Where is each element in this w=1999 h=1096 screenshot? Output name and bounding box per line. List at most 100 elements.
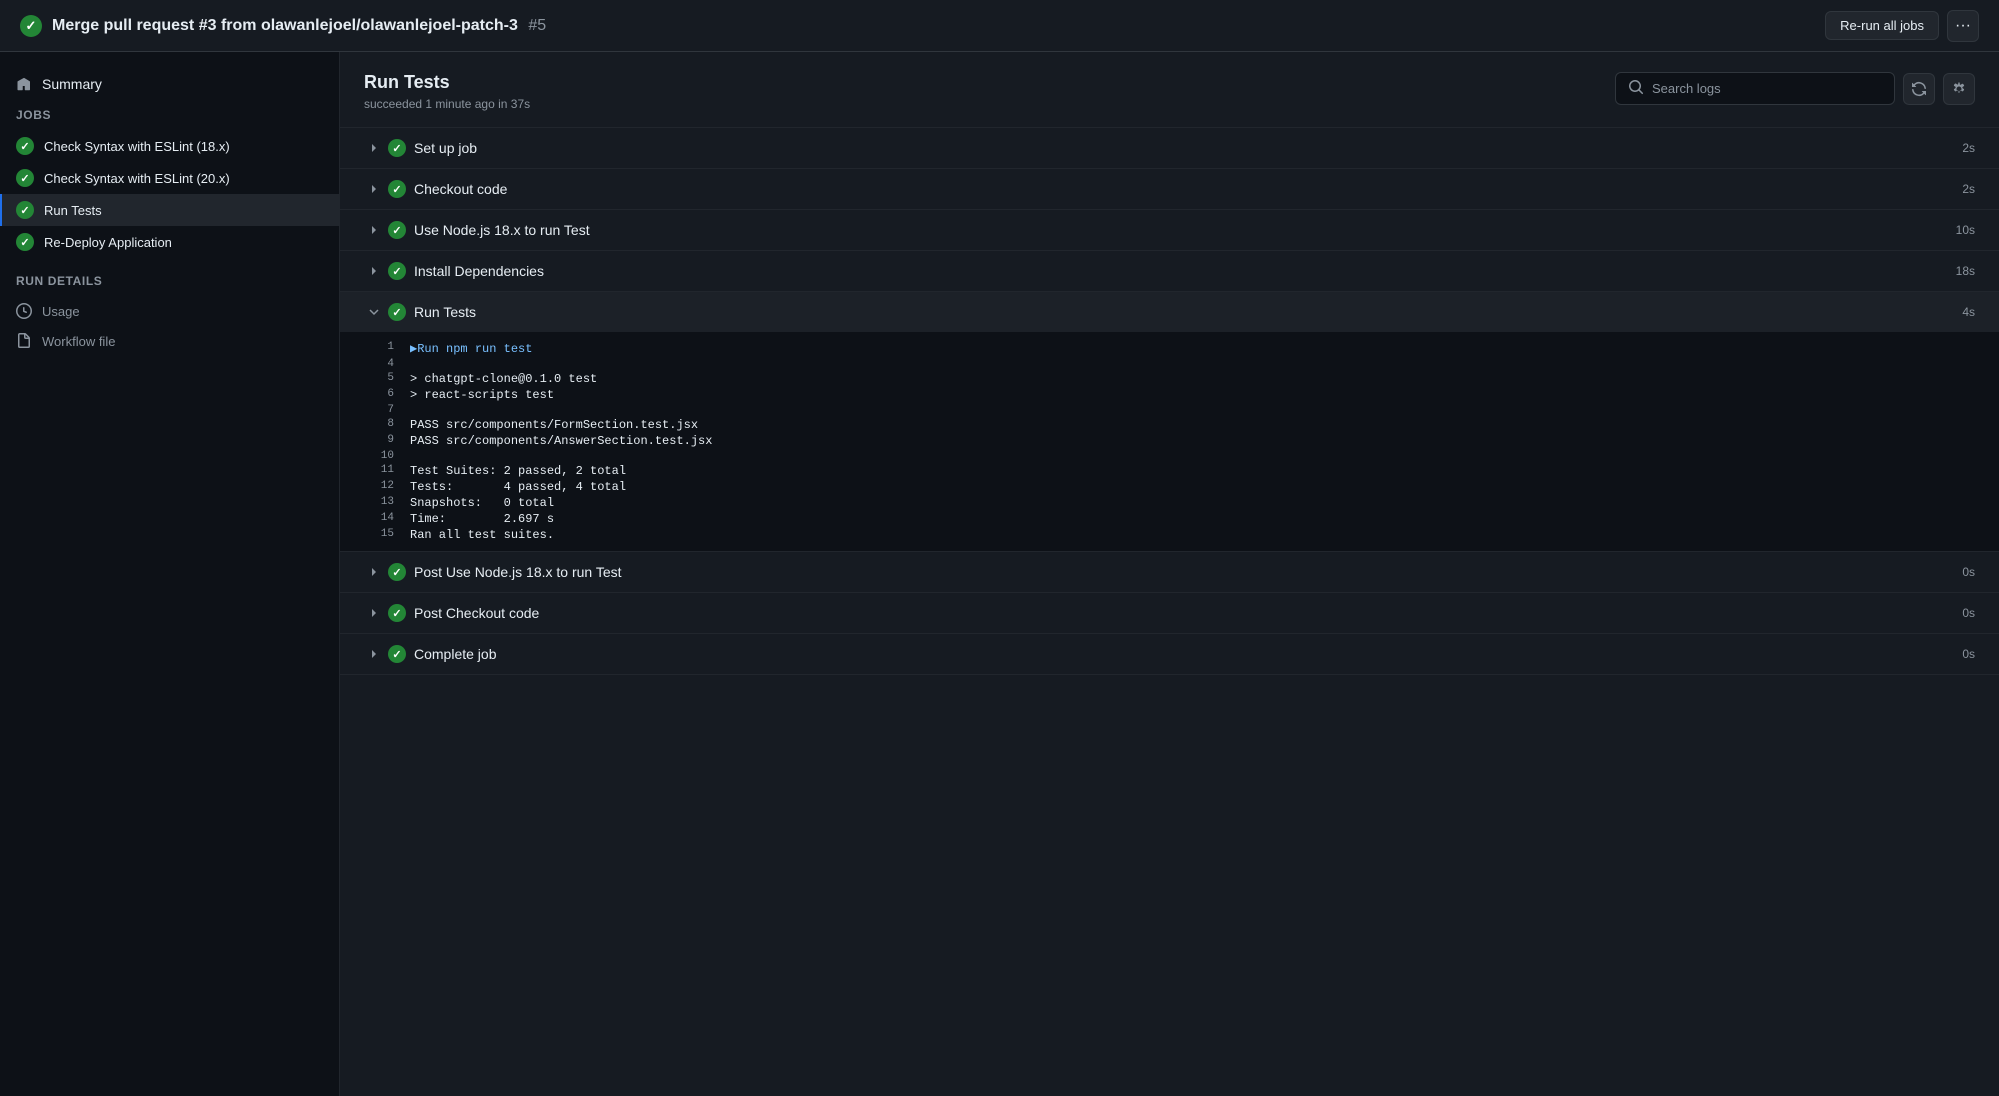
step-name: Post Checkout code (414, 605, 1962, 621)
jobs-list: Check Syntax with ESLint (18.x) Check Sy… (0, 130, 339, 258)
step-duration: 18s (1956, 264, 1975, 278)
log-content-run-tests: 1 ▶Run npm run test 4 5 > chatgpt-clone@… (340, 332, 1999, 552)
job-meta: succeeded 1 minute ago in 37s (364, 97, 530, 111)
step-install-deps[interactable]: Install Dependencies 18s (340, 251, 1999, 292)
step-post-checkout-code[interactable]: Post Checkout code 0s (340, 593, 1999, 634)
success-icon (16, 201, 34, 219)
expand-icon (364, 179, 384, 199)
expand-icon (364, 220, 384, 240)
sidebar-item-check-eslint-18[interactable]: Check Syntax with ESLint (18.x) (0, 130, 339, 162)
top-bar-right: Re-run all jobs ··· (1825, 10, 1979, 42)
log-line: 1 ▶Run npm run test (340, 340, 1999, 357)
steps-list: Set up job 2s Checkout code 2s Use Node.… (340, 128, 1999, 1096)
log-line: 4 (340, 357, 1999, 371)
step-name: Checkout code (414, 181, 1962, 197)
step-post-use-nodejs[interactable]: Post Use Node.js 18.x to run Test 0s (340, 552, 1999, 593)
search-logs-input-container[interactable] (1615, 72, 1895, 105)
step-name: Complete job (414, 646, 1962, 662)
refresh-button[interactable] (1903, 73, 1935, 105)
collapse-icon (364, 302, 384, 322)
log-line: 9 PASS src/components/AnswerSection.test… (340, 433, 1999, 449)
step-status-icon (388, 221, 406, 239)
log-line: 10 (340, 449, 1999, 463)
step-name: Run Tests (414, 304, 1962, 320)
log-line: 12 Tests: 4 passed, 4 total (340, 479, 1999, 495)
usage-label: Usage (42, 304, 80, 319)
settings-button[interactable] (1943, 73, 1975, 105)
step-duration: 0s (1962, 647, 1975, 661)
run-details-section: Run details Usage Workflow file (0, 274, 339, 356)
expand-icon (364, 562, 384, 582)
step-status-icon (388, 645, 406, 663)
step-duration: 0s (1962, 606, 1975, 620)
log-line: 13 Snapshots: 0 total (340, 495, 1999, 511)
search-icon (1628, 79, 1644, 98)
job-header-left: Run Tests succeeded 1 minute ago in 37s (364, 72, 530, 111)
step-duration: 4s (1962, 305, 1975, 319)
job-label: Re-Deploy Application (44, 235, 172, 250)
sidebar-item-workflow-file[interactable]: Workflow file (0, 326, 339, 356)
log-line: 14 Time: 2.697 s (340, 511, 1999, 527)
sidebar-item-usage[interactable]: Usage (0, 296, 339, 326)
log-line: 6 > react-scripts test (340, 387, 1999, 403)
step-duration: 10s (1956, 223, 1975, 237)
search-logs-input[interactable] (1652, 81, 1882, 96)
more-options-button[interactable]: ··· (1947, 10, 1979, 42)
main-content: Run Tests succeeded 1 minute ago in 37s (340, 52, 1999, 1096)
home-icon (16, 76, 32, 92)
run-details-label: Run details (0, 274, 339, 288)
step-name: Use Node.js 18.x to run Test (414, 222, 1956, 238)
step-status-icon (388, 139, 406, 157)
workflow-file-label: Workflow file (42, 334, 115, 349)
top-bar-left: ✓ Merge pull request #3 from olawanlejoe… (20, 15, 546, 37)
step-duration: 0s (1962, 565, 1975, 579)
success-icon (16, 169, 34, 187)
step-status-icon (388, 563, 406, 581)
job-actions (1615, 72, 1975, 105)
sidebar-summary-label: Summary (42, 76, 102, 92)
sidebar: Summary Jobs Check Syntax with ESLint (1… (0, 52, 340, 1096)
file-icon (16, 333, 32, 349)
sidebar-item-summary[interactable]: Summary (0, 68, 339, 100)
step-status-icon (388, 303, 406, 321)
step-name: Set up job (414, 140, 1962, 156)
jobs-section-label: Jobs (0, 108, 339, 122)
expand-icon (364, 603, 384, 623)
log-line: 8 PASS src/components/FormSection.test.j… (340, 417, 1999, 433)
re-run-all-jobs-button[interactable]: Re-run all jobs (1825, 11, 1939, 40)
sidebar-item-check-eslint-20[interactable]: Check Syntax with ESLint (20.x) (0, 162, 339, 194)
sidebar-item-re-deploy[interactable]: Re-Deploy Application (0, 226, 339, 258)
sidebar-item-run-tests[interactable]: Run Tests (0, 194, 339, 226)
step-complete-job[interactable]: Complete job 0s (340, 634, 1999, 675)
log-line: 5 > chatgpt-clone@0.1.0 test (340, 371, 1999, 387)
success-indicator: ✓ (20, 15, 42, 37)
step-use-nodejs[interactable]: Use Node.js 18.x to run Test 10s (340, 210, 1999, 251)
clock-icon (16, 303, 32, 319)
expand-icon (364, 138, 384, 158)
expand-icon (364, 261, 384, 281)
step-status-icon (388, 604, 406, 622)
job-label: Check Syntax with ESLint (20.x) (44, 171, 230, 186)
step-name: Install Dependencies (414, 263, 1956, 279)
step-duration: 2s (1962, 182, 1975, 196)
job-title: Run Tests (364, 72, 530, 93)
success-icon (16, 137, 34, 155)
main-layout: Summary Jobs Check Syntax with ESLint (1… (0, 52, 1999, 1096)
job-label: Check Syntax with ESLint (18.x) (44, 139, 230, 154)
top-bar: ✓ Merge pull request #3 from olawanlejoe… (0, 0, 1999, 52)
step-status-icon (388, 262, 406, 280)
step-status-icon (388, 180, 406, 198)
job-label: Run Tests (44, 203, 102, 218)
expand-icon (364, 644, 384, 664)
log-line: 15 Ran all test suites. (340, 527, 1999, 543)
step-set-up-job[interactable]: Set up job 2s (340, 128, 1999, 169)
step-run-tests[interactable]: Run Tests 4s (340, 292, 1999, 332)
page-title: Merge pull request #3 from olawanlejoel/… (52, 17, 546, 35)
job-header: Run Tests succeeded 1 minute ago in 37s (340, 52, 1999, 128)
step-duration: 2s (1962, 141, 1975, 155)
log-line: 7 (340, 403, 1999, 417)
log-line: 11 Test Suites: 2 passed, 2 total (340, 463, 1999, 479)
step-name: Post Use Node.js 18.x to run Test (414, 564, 1962, 580)
step-checkout-code[interactable]: Checkout code 2s (340, 169, 1999, 210)
success-icon (16, 233, 34, 251)
